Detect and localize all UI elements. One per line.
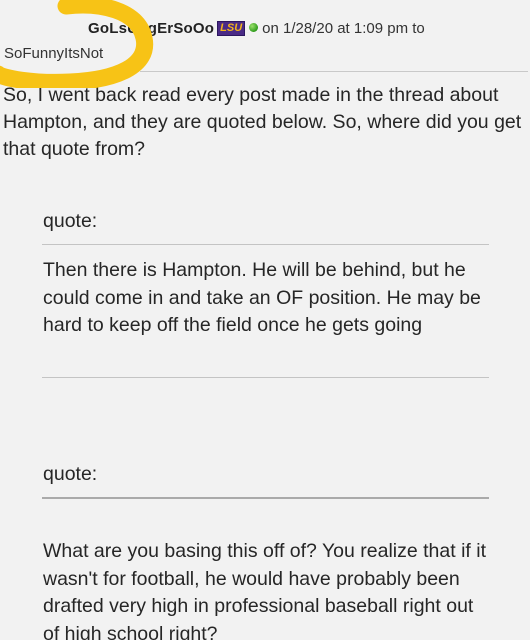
quote-text: What are you basing this off of? You rea… [43,540,486,640]
online-status-icon [249,23,259,32]
header-divider [140,71,528,72]
quote-divider [42,244,489,245]
quote-label: quote: [43,463,98,485]
author-username-link[interactable]: GoLsUtIgErSoOo [88,20,214,37]
post-timestamp: on 1/28/20 at 1:09 pm to [262,20,425,37]
post-meta-line: GoLsUtIgErSoOo LSU on 1/28/20 at 1:09 pm t… [88,18,425,40]
lsu-team-badge-icon: LSU [217,21,246,36]
quote-text: Then there is Hampton. He will be behind… [43,259,481,336]
quote-divider [42,377,489,378]
reply-to-user-link[interactable]: SoFunnyItsNot [4,43,103,65]
quote-label: quote: [43,210,98,232]
post-body: So, I went back read every post made in … [3,84,522,160]
quote-divider [42,497,489,499]
